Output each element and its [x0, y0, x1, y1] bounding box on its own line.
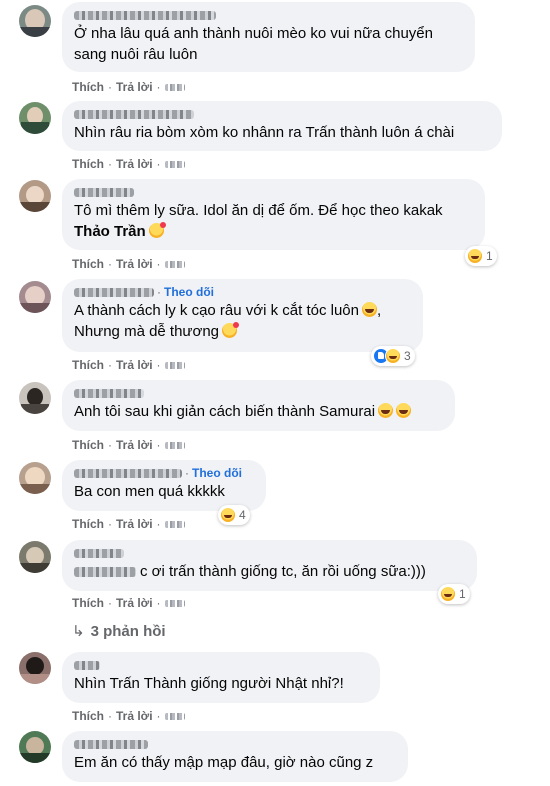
comment-actions: Thích · Trả lời ·: [72, 708, 185, 724]
commenter-name[interactable]: [74, 549, 124, 558]
timestamp[interactable]: [164, 442, 185, 449]
commenter-name[interactable]: [74, 11, 216, 20]
reaction-summary[interactable]: 4: [218, 505, 250, 525]
timestamp[interactable]: [164, 161, 185, 168]
avatar[interactable]: [19, 5, 51, 37]
comment-actions: Thích · Trả lời ·: [72, 79, 185, 95]
reply-link[interactable]: Trả lời: [116, 257, 153, 271]
comment-text: c ơi trấn thành giống tc, ăn rồi uống sữ…: [140, 563, 426, 580]
comment-bubble: · Theo dõi Ba con men quá kkkkk: [62, 460, 266, 511]
timestamp[interactable]: [164, 84, 185, 91]
avatar[interactable]: [19, 541, 51, 573]
timestamp[interactable]: [164, 713, 185, 720]
comment-text: sang nuôi râu luôn: [74, 46, 198, 63]
commenter-name[interactable]: [74, 469, 182, 478]
reply-link[interactable]: Trả lời: [116, 438, 153, 452]
mention-link[interactable]: [74, 567, 136, 577]
comment-bubble: Nhìn râu ria bòm xòm ko nhânn ra Trấn th…: [62, 101, 502, 151]
reaction-summary[interactable]: 3: [371, 346, 415, 366]
comment-text: Ở nha lâu quá anh thành nuôi mèo ko vui …: [74, 25, 433, 42]
reply-link[interactable]: Trả lời: [116, 709, 153, 723]
like-link[interactable]: Thích: [72, 80, 104, 94]
haha-icon: [467, 248, 483, 264]
comment-bubble: Ở nha lâu quá anh thành nuôi mèo ko vui …: [62, 2, 475, 72]
avatar[interactable]: [19, 652, 51, 684]
timestamp[interactable]: [164, 600, 185, 607]
reply-link[interactable]: Trả lời: [116, 80, 153, 94]
like-link[interactable]: Thích: [72, 596, 104, 610]
avatar[interactable]: [19, 382, 51, 414]
reply-arrow-icon: ↳: [72, 623, 85, 640]
comment-text: Nhìn Trấn Thành giống người Nhật nhỉ?!: [74, 675, 344, 692]
comment-bubble: Tô mì thêm ly sữa. Idol ăn dị để ốm. Để …: [62, 179, 485, 250]
comment-text: Tô mì thêm ly sữa. Idol ăn dị để ốm. Để …: [74, 202, 443, 219]
timestamp[interactable]: [164, 521, 185, 528]
like-link[interactable]: Thích: [72, 517, 104, 531]
comment-actions: Thích · Trả lời ·: [72, 156, 185, 172]
haha-icon: [220, 507, 236, 523]
comment-bubble: Em ăn có thấy mập mạp đâu, giờ nào cũng …: [62, 731, 408, 782]
commenter-name[interactable]: [74, 288, 154, 297]
comment-bubble: Anh tôi sau khi giản cách biến thành Sam…: [62, 380, 455, 431]
reply-link[interactable]: Trả lời: [116, 517, 153, 531]
follow-button[interactable]: Theo dõi: [192, 466, 242, 481]
avatar[interactable]: [19, 462, 51, 494]
comment-text: Nhìn râu ria bòm xòm ko nhânn ra Trấn th…: [74, 124, 455, 141]
comment-text: Nhưng mà dễ thương: [74, 323, 219, 340]
reaction-summary[interactable]: 1: [438, 584, 470, 604]
reply-link[interactable]: Trả lời: [116, 157, 153, 171]
reply-link[interactable]: Trả lời: [116, 358, 153, 372]
comment-actions: Thích · Trả lời ·: [72, 595, 185, 611]
rofl-emoji-icon: [396, 403, 412, 418]
avatar[interactable]: [19, 281, 51, 313]
like-link[interactable]: Thích: [72, 709, 104, 723]
heart-face-emoji-icon: [222, 322, 239, 338]
avatar[interactable]: [19, 102, 51, 134]
like-link[interactable]: Thích: [72, 157, 104, 171]
comment-actions: Thích · Trả lời ·: [72, 437, 185, 453]
commenter-name[interactable]: [74, 110, 194, 119]
commenter-name[interactable]: [74, 661, 100, 670]
heart-face-emoji-icon: [148, 222, 166, 238]
follow-button[interactable]: Theo dõi: [164, 285, 214, 300]
comment-bubble: Nhìn Trấn Thành giống người Nhật nhỉ?!: [62, 652, 380, 703]
timestamp[interactable]: [164, 261, 185, 268]
reply-link[interactable]: Trả lời: [116, 596, 153, 610]
commenter-name[interactable]: [74, 389, 144, 398]
comment-text: Anh tôi sau khi giản cách biến thành Sam…: [74, 403, 376, 420]
timestamp[interactable]: [164, 362, 185, 369]
comment-bubble: · Theo dõi A thành cách ly k cạo râu với …: [62, 279, 423, 352]
commenter-name[interactable]: [74, 740, 148, 749]
comment-actions: Thích · Trả lời ·: [72, 516, 185, 532]
avatar[interactable]: [19, 180, 51, 212]
mention-link[interactable]: Thảo Trần: [74, 223, 146, 240]
comment-text: Ba con men quá kkkkk: [74, 483, 225, 500]
view-replies-link[interactable]: ↳ 3 phản hồi: [72, 622, 166, 640]
commenter-name[interactable]: [74, 188, 134, 197]
like-link[interactable]: Thích: [72, 438, 104, 452]
comment-actions: Thích · Trả lời ·: [72, 256, 185, 272]
comment-text: A thành cách ly k cạo râu với k cắt tóc …: [74, 302, 359, 319]
like-link[interactable]: Thích: [72, 358, 104, 372]
rofl-emoji-icon: [362, 302, 377, 317]
haha-icon: [385, 348, 401, 364]
avatar[interactable]: [19, 731, 51, 763]
haha-icon: [440, 586, 456, 602]
comment-text: Em ăn có thấy mập mạp đâu, giờ nào cũng …: [74, 754, 374, 771]
reaction-summary[interactable]: 1: [465, 246, 497, 266]
rofl-emoji-icon: [378, 403, 394, 418]
like-link[interactable]: Thích: [72, 257, 104, 271]
comment-bubble: c ơi trấn thành giống tc, ăn rồi uống sữ…: [62, 540, 477, 591]
comment-actions: Thích · Trả lời ·: [72, 357, 185, 373]
